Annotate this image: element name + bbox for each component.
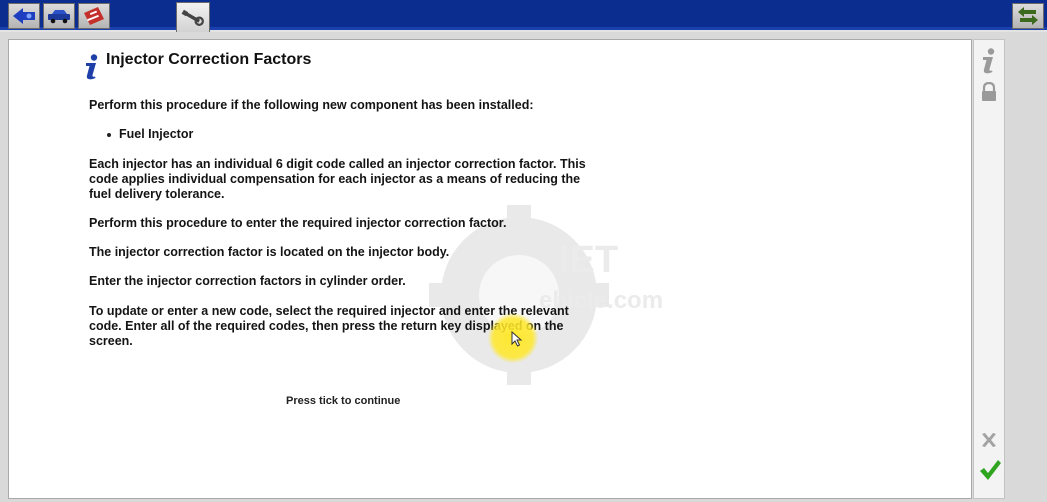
back-arrow-icon [13,8,35,24]
toolbar-strip [0,27,1047,30]
right-gutter [1006,39,1047,502]
mouse-cursor-icon [511,331,523,347]
vehicle-icon [48,10,70,24]
swap-arrows-icon [1018,7,1038,25]
info-icon-side[interactable] [980,48,998,74]
toolbox-button[interactable] [78,3,110,29]
watermark-gear: IET ehicle.com [429,205,663,385]
wrench-button[interactable] [176,2,210,32]
top-toolbar [0,0,1047,32]
vehicle-button[interactable] [43,3,75,29]
paragraph-order: Enter the injector correction factors in… [89,274,406,288]
content-panel: IET ehicle.com Injector Correction Facto… [8,39,972,499]
back-button[interactable] [8,3,40,29]
info-icon [86,54,98,80]
side-panel [973,39,1005,499]
paragraph-description: Each injector has an individual 6 digit … [89,157,586,201]
cancel-icon[interactable] [979,430,999,450]
lock-icon[interactable] [980,82,998,102]
component-label: Fuel Injector [119,127,194,141]
wrench-icon [181,9,204,26]
page-title: Injector Correction Factors [106,51,312,68]
continue-hint: Press tick to continue [286,395,401,407]
tick-icon[interactable] [978,458,1002,482]
paragraph-location: The injector correction factor is locate… [89,245,450,259]
swap-button[interactable] [1012,3,1044,29]
intro-text: Perform this procedure if the following … [89,98,534,112]
paragraph-procedure: Perform this procedure to enter the requ… [89,216,507,230]
component-list-item: Fuel Injector [107,127,193,141]
toolbox-icon [84,7,104,25]
bullet-dot [107,132,111,137]
